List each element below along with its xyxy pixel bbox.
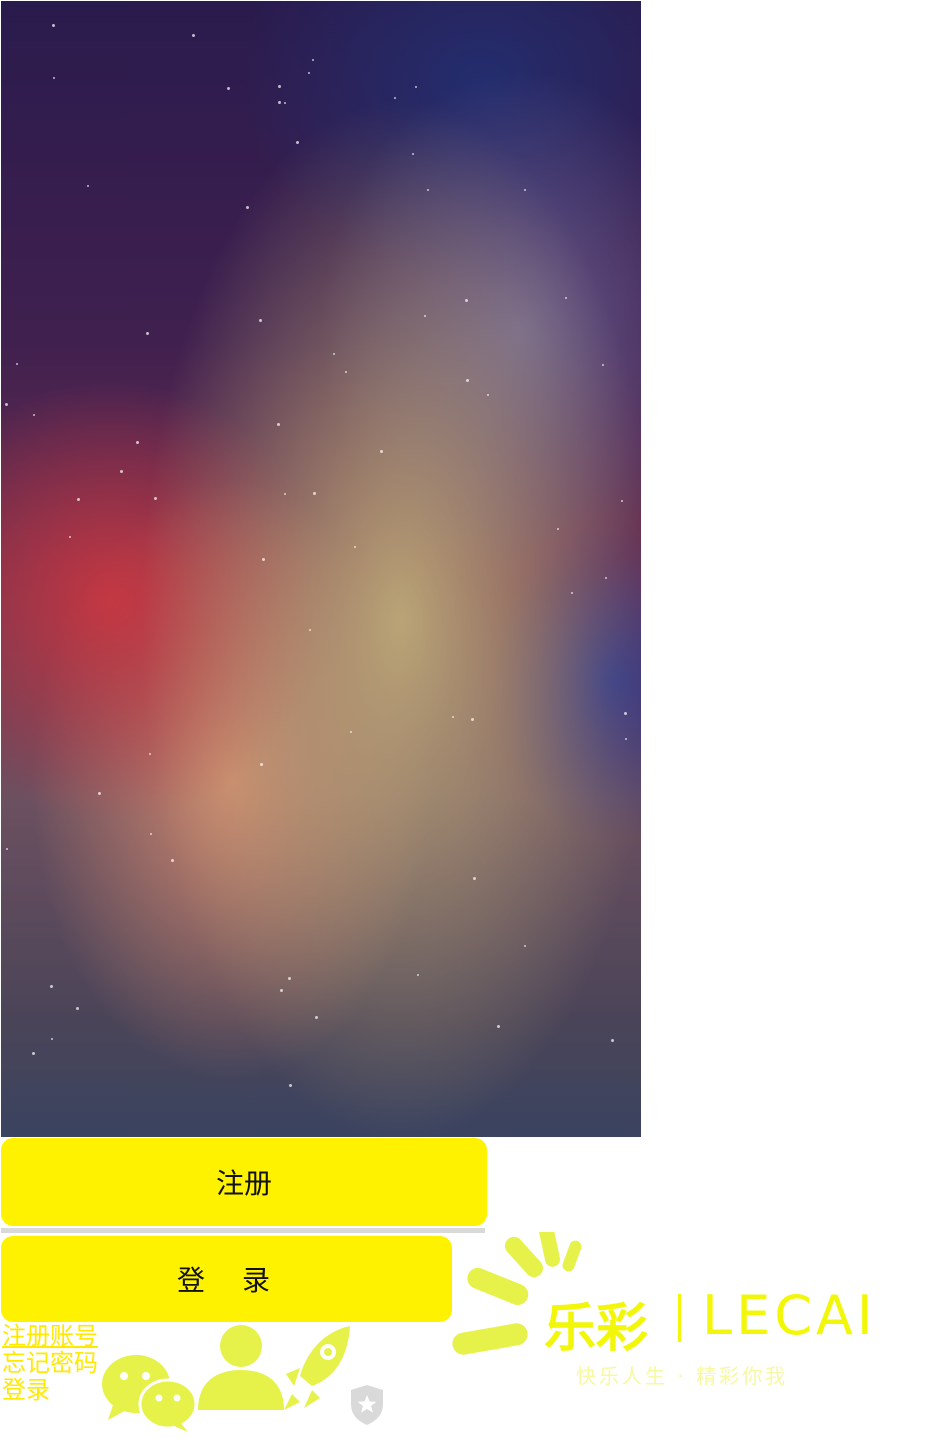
star: [309, 629, 311, 631]
star: [487, 394, 489, 396]
star: [246, 206, 249, 209]
star: [260, 763, 263, 766]
button-divider: [1, 1228, 485, 1233]
star: [571, 592, 573, 594]
star: [621, 500, 623, 502]
star: [313, 492, 316, 495]
star: [624, 712, 627, 715]
star: [69, 536, 71, 538]
star: [76, 1007, 79, 1010]
star: [284, 493, 286, 495]
star: [602, 364, 604, 366]
star: [296, 141, 299, 144]
star: [171, 859, 174, 862]
star: [524, 189, 526, 191]
user-icon[interactable]: [196, 1322, 286, 1412]
star: [50, 985, 53, 988]
star: [280, 989, 283, 992]
star: [289, 1084, 292, 1087]
star: [452, 716, 454, 718]
star: [5, 403, 8, 406]
star: [427, 189, 429, 191]
star: [605, 577, 607, 579]
forgot-password-link[interactable]: 忘记密码: [2, 1350, 98, 1377]
star: [51, 1038, 53, 1040]
star: [350, 731, 352, 733]
star: [354, 546, 356, 548]
star: [120, 470, 123, 473]
logo-separator: [678, 1294, 681, 1342]
star: [465, 299, 468, 302]
logo-latin-name: LECAI: [702, 1284, 877, 1347]
star: [284, 102, 286, 104]
star: [87, 185, 89, 187]
star: [278, 101, 281, 104]
star: [394, 97, 396, 99]
star: [150, 833, 152, 835]
star: [16, 363, 18, 365]
star: [136, 441, 139, 444]
rocket-icon[interactable]: [282, 1324, 354, 1412]
star: [308, 72, 310, 74]
star: [497, 1025, 500, 1028]
star: [473, 877, 476, 880]
star: [277, 423, 280, 426]
star: [98, 792, 101, 795]
star: [333, 353, 335, 355]
login-link[interactable]: 登录: [2, 1377, 98, 1404]
wechat-icon[interactable]: [100, 1352, 200, 1432]
star: [52, 24, 55, 27]
star: [417, 974, 419, 976]
star: [625, 738, 627, 740]
logo-chinese-name: 乐彩: [544, 1299, 649, 1359]
star: [466, 379, 469, 382]
star: [77, 498, 80, 501]
star: [259, 319, 262, 322]
star: [315, 1016, 318, 1019]
star: [380, 450, 383, 453]
star: [524, 945, 526, 947]
star: [345, 371, 347, 373]
star: [424, 315, 426, 317]
shield-star-icon[interactable]: [350, 1384, 384, 1426]
login-button[interactable]: 登 录: [1, 1236, 452, 1322]
star: [278, 85, 281, 88]
register-account-link[interactable]: 注册账号: [2, 1323, 98, 1350]
star: [149, 753, 151, 755]
star: [146, 332, 149, 335]
star: [227, 87, 230, 90]
star: [53, 77, 55, 79]
background-image: [1, 1, 641, 1137]
star: [557, 528, 559, 530]
star: [471, 718, 474, 721]
star: [33, 414, 35, 416]
star: [288, 977, 291, 980]
brand-logo: 乐彩 LECAI 快乐人生 · 精彩你我: [450, 1232, 873, 1402]
star: [32, 1052, 35, 1055]
star: [154, 497, 157, 500]
star: [6, 848, 8, 850]
star: [192, 34, 195, 37]
star: [565, 297, 567, 299]
star: [312, 59, 314, 61]
star: [262, 558, 265, 561]
link-list: 注册账号 忘记密码 登录: [2, 1323, 98, 1404]
register-button[interactable]: 注册: [1, 1138, 487, 1226]
star: [412, 153, 414, 155]
star: [611, 1039, 614, 1042]
logo-slogan: 快乐人生 · 精彩你我: [576, 1364, 789, 1388]
star: [415, 86, 417, 88]
